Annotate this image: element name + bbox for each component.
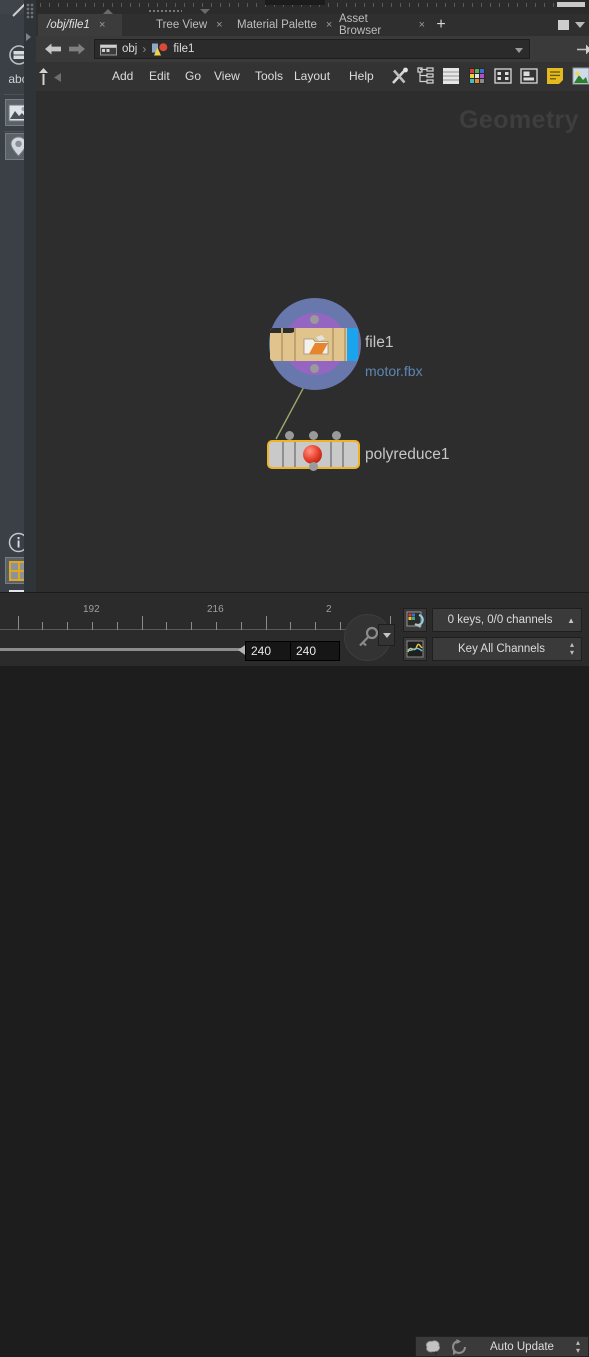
node-tree-icon[interactable] [417, 67, 435, 85]
network-canvas[interactable]: Geometry file1 motor.fbx polyreduce1 [36, 91, 589, 592]
tab-label: Tree View [156, 19, 208, 31]
tab-label: Material Palette [237, 19, 317, 31]
tab-tree-view[interactable]: Tree View × [147, 14, 233, 36]
tab-label: /obj/file1 [47, 19, 90, 31]
update-mode-group[interactable]: Auto Update ▴ ▾ [415, 1336, 589, 1357]
list-view-icon[interactable] [442, 67, 460, 85]
context-watermark: Geometry [459, 106, 579, 134]
animation-editor-button[interactable] [403, 637, 427, 661]
breadcrumb-obj-label: obj [122, 43, 138, 55]
tab-close-icon[interactable]: × [216, 19, 222, 31]
maximize-pane-icon[interactable] [558, 20, 569, 30]
timeline-label-240: 2 [326, 604, 332, 615]
update-mode-caret[interactable]: ▴ ▾ [576, 1338, 580, 1355]
timeline-label-216: 216 [207, 604, 224, 615]
tools-wrench-icon[interactable] [391, 67, 409, 85]
channel-status-display[interactable]: 0 keys, 0/0 channels ▲ [432, 608, 582, 632]
tab-material-palette[interactable]: Material Palette × [228, 14, 340, 36]
geometry-node-icon [152, 42, 168, 55]
key-mode-caret[interactable]: ▴ ▾ [570, 641, 574, 657]
file-node-output-connector[interactable] [310, 364, 319, 373]
add-tab-button[interactable]: + [432, 16, 450, 34]
path-bar: obj › file1 [36, 36, 589, 63]
polyreduce-input-connector-1[interactable] [309, 431, 318, 440]
channel-status-caret[interactable]: ▲ [567, 616, 575, 625]
top-strip-right-bar [557, 2, 585, 7]
left-rail-secondary-strip [24, 0, 36, 592]
file-node-icon [303, 335, 329, 355]
update-mode-text: Auto Update [490, 1340, 554, 1353]
forward-arrow-icon[interactable] [68, 42, 85, 56]
tab-close-icon[interactable]: × [419, 19, 425, 31]
breadcrumb-file1[interactable]: file1 [151, 42, 194, 57]
rail-drag-dots-icon[interactable] [26, 3, 34, 19]
left-toolbar: abc [0, 0, 36, 692]
breadcrumb-separator: › [142, 42, 147, 56]
tab-asset-browser[interactable]: Asset Browser × [330, 13, 431, 37]
channel-list-button[interactable] [403, 608, 427, 632]
current-frame-field[interactable]: 240 [245, 641, 295, 661]
set-key-dropdown-button[interactable] [378, 624, 395, 646]
color-palette-icon[interactable] [468, 67, 486, 85]
chevron-down-icon[interactable] [515, 48, 523, 53]
cook-brain-icon[interactable] [424, 1339, 443, 1355]
network-menu-bar: Add Edit Go View Tools Layout Help [36, 62, 589, 92]
status-bar: Auto Update ▴ ▾ [0, 666, 589, 1357]
scroll-up-icon[interactable] [39, 68, 48, 86]
menu-go[interactable]: Go [185, 69, 201, 83]
file-node-input-connector[interactable] [310, 315, 319, 324]
menu-view[interactable]: View [214, 69, 240, 83]
end-frame-field[interactable]: 240 [290, 641, 340, 661]
menu-edit[interactable]: Edit [149, 69, 170, 83]
menu-layout[interactable]: Layout [294, 69, 330, 83]
notes-icon[interactable] [546, 67, 564, 85]
breadcrumb-obj[interactable]: obj [100, 42, 137, 56]
timeline-label-192: 192 [83, 604, 100, 615]
key-mode-text: Key All Channels [458, 643, 545, 655]
breadcrumb-file1-label: file1 [173, 43, 195, 55]
window-top-strip [0, 0, 589, 14]
top-strip-highlight [265, 0, 325, 5]
pin-pane-icon[interactable] [577, 43, 589, 56]
tab-obj-file1[interactable]: /obj/file1 × [38, 14, 122, 36]
menu-help[interactable]: Help [349, 69, 374, 83]
polyreduce-input-connector-0[interactable] [285, 431, 294, 440]
channel-status-text: 0 keys, 0/0 channels [447, 614, 553, 626]
timeline-ruler[interactable]: 192 216 2 [0, 600, 395, 632]
set-key-icon [359, 626, 379, 647]
node-sublabel-motor-fbx: motor.fbx [365, 363, 423, 379]
tab-label: Asset Browser [339, 13, 382, 37]
timeline-baseline [0, 629, 395, 630]
back-arrow-icon[interactable] [45, 42, 62, 56]
chevron-down-icon [383, 633, 391, 638]
key-mode-dropdown[interactable]: Key All Channels ▴ ▾ [432, 637, 582, 661]
menu-add[interactable]: Add [112, 69, 133, 83]
polyreduce-output-connector[interactable] [309, 462, 318, 471]
rail-expand-arrow-icon[interactable] [26, 33, 31, 41]
image-icon[interactable] [572, 67, 589, 85]
node-label-file1: file1 [365, 334, 394, 351]
tab-close-icon[interactable]: × [99, 19, 105, 31]
pane-menu-icon[interactable] [575, 22, 585, 28]
obj-context-icon [100, 44, 117, 56]
pane-tab-bar: /obj/file1 × Tree View × Material Palett… [36, 13, 589, 37]
timeline-scrub-track[interactable] [0, 648, 243, 651]
polyreduce-input-connector-2[interactable] [332, 431, 341, 440]
collapse-left-icon[interactable] [54, 73, 62, 82]
file-node-body[interactable] [270, 328, 358, 361]
refresh-icon[interactable] [450, 1338, 468, 1355]
animation-editor-icon [406, 640, 424, 658]
node-label-polyreduce1: polyreduce1 [365, 446, 450, 463]
menu-tools[interactable]: Tools [255, 69, 283, 83]
path-input[interactable]: obj › file1 [94, 39, 530, 59]
channel-list-icon [406, 611, 424, 628]
layout-grid-icon[interactable] [494, 67, 512, 85]
snapshot-icon[interactable] [520, 67, 538, 85]
